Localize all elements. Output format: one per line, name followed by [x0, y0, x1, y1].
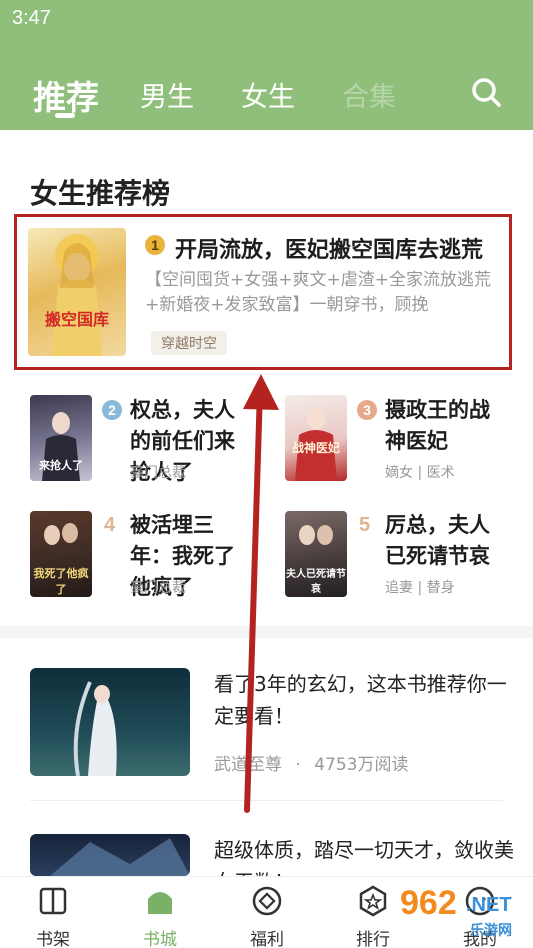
tab-female[interactable]: 女生	[241, 75, 295, 114]
rank-badge-3: 3	[357, 400, 377, 420]
search-icon[interactable]	[470, 76, 502, 108]
cover-art	[295, 408, 337, 481]
top-header: 3:47 推荐 男生 女生 合集	[0, 0, 533, 130]
feed-meta: 武道至尊 · 4753万阅读	[214, 750, 408, 775]
book-title[interactable]: 厉总，夫人已死请节哀	[385, 510, 505, 572]
star-badge-icon	[359, 885, 387, 917]
tab-collection[interactable]: 合集	[342, 75, 396, 114]
featured-book-description: 【空间囤货+女强+爽文+虐渣+全家流放逃荒+新婚夜+发家致富】一朝穿书，顾挽	[145, 270, 491, 315]
book-tags: 嫡女 | 医术	[385, 465, 455, 481]
nav-bookshelf[interactable]: 书架	[13, 877, 93, 948]
status-time: 3:47	[12, 7, 51, 29]
tab-male[interactable]: 男生	[140, 75, 194, 114]
home-icon	[148, 892, 172, 914]
feed-image[interactable]	[30, 668, 190, 776]
cover-title: 我死了他疯了	[33, 567, 89, 596]
book-icon	[39, 887, 67, 915]
cover-title: 战神医妃	[291, 441, 340, 455]
feed-image[interactable]	[30, 834, 190, 876]
featured-book-tag[interactable]: 穿越时空	[151, 331, 227, 355]
book-cover[interactable]: 战神医妃	[285, 395, 347, 481]
rank-badge-2: 2	[102, 400, 122, 420]
feed-title[interactable]: 看了3年的玄幻，这本书推荐你一定要看！	[214, 668, 514, 732]
rank-number-5: 5	[359, 514, 371, 536]
featured-book-title[interactable]: 开局流放，医妃搬空国库去逃荒	[175, 232, 505, 264]
tab-active-indicator	[55, 113, 75, 118]
book-cover[interactable]: 搬空国库	[28, 228, 126, 356]
tab-recommend[interactable]: 推荐	[33, 71, 99, 119]
section-divider	[0, 626, 533, 638]
feed-art	[73, 681, 117, 776]
nav-label: 书城	[143, 930, 177, 948]
cover-title: 夫人已死请节哀	[286, 569, 346, 595]
nav-label: 福利	[250, 930, 284, 948]
nav-label: 书架	[36, 930, 70, 948]
rank-badge-1: 1	[145, 235, 165, 255]
watermark-domain: .NET	[466, 894, 512, 916]
cover-title: 来抢人了	[39, 459, 83, 472]
book-title[interactable]: 摄政王的战神医妃	[385, 395, 505, 457]
book-cover[interactable]: 夫人已死请节哀	[285, 511, 347, 597]
watermark-logo: 962 .NET 乐游网	[396, 884, 530, 944]
feed-read-count: 4753万阅读	[314, 755, 409, 775]
book-tags: 追妻 | 替身	[385, 580, 455, 596]
feed-divider	[30, 800, 503, 801]
feed-art	[50, 838, 190, 876]
nav-bookstore[interactable]: 书城	[120, 877, 200, 948]
watermark-subtitle: 乐游网	[470, 922, 512, 938]
feed-title[interactable]: 超级体质，踏尽一切天才，敛收美女无数！	[214, 834, 514, 876]
book-tags: 豪门总裁	[130, 580, 186, 596]
cover-art	[52, 234, 102, 356]
nav-benefits[interactable]: 福利	[227, 877, 307, 948]
rank-number-4: 4	[104, 514, 116, 536]
book-cover[interactable]: 我死了他疯了	[30, 511, 92, 597]
book-tags: 豪门总裁	[130, 465, 186, 481]
cover-title: 搬空国库	[44, 310, 109, 329]
feed-meta-separator: ·	[295, 755, 301, 775]
feed-book-name[interactable]: 武道至尊	[214, 755, 282, 775]
gift-icon	[252, 886, 282, 916]
watermark-number: 962	[400, 884, 457, 922]
section-title: 女生推荐榜	[30, 177, 171, 210]
book-cover[interactable]: 来抢人了	[30, 395, 92, 481]
